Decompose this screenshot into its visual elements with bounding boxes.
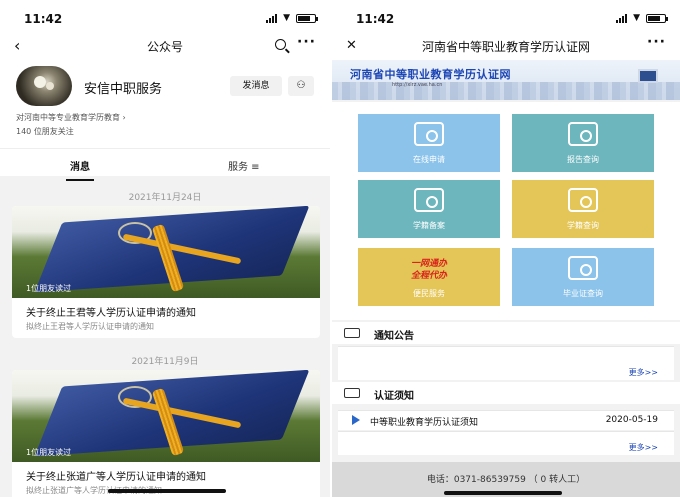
read-count: 1位朋友读过 <box>26 448 72 457</box>
megaphone-icon <box>344 328 360 338</box>
status-icons: ▼ <box>616 13 668 23</box>
article-date: 2021年11月24日 <box>128 193 202 203</box>
notice-more-link[interactable]: 更多>> <box>629 367 658 378</box>
list-item[interactable]: 中等职业教育学历认证须知 2020-05-19 <box>338 410 674 430</box>
guide-item-text: 中等职业教育学历认证须知 <box>370 418 479 428</box>
guide-footer: 更多>> <box>338 431 674 455</box>
site-banner: 河南省中等职业教育学历认证网 http://xlrz.vae.ha.cn <box>332 60 680 100</box>
tab-services[interactable]: 服务 ≡ <box>228 158 260 173</box>
tile-convenience-service[interactable]: 一网通办 全程代办 便民服务 <box>358 248 500 306</box>
monitor-icon <box>638 69 658 83</box>
account-name: 安信中职服务 <box>84 82 163 97</box>
signal-icon <box>616 13 628 23</box>
account-description[interactable]: 对河南中等专业教育学历教育 › <box>16 112 126 123</box>
user-icon[interactable]: ⚇ <box>288 76 314 96</box>
report-search-icon <box>568 122 598 146</box>
more-icon[interactable]: ··· <box>297 34 316 50</box>
article-card[interactable]: 1位朋友读过 关于终止张道广等人学历认证申请的通知 拟终止张道广等人学历认证申请… <box>12 370 320 497</box>
status-time: 11:42 <box>356 12 395 26</box>
article-image: 1位朋友读过 <box>12 206 320 298</box>
banner-title: 河南省中等职业教育学历认证网 <box>350 68 511 81</box>
guide-title: 认证须知 <box>374 391 414 402</box>
guide-more-link[interactable]: 更多>> <box>629 442 658 453</box>
search-icon[interactable] <box>275 39 286 50</box>
article-title: 关于终止王君等人学历认证申请的通知 <box>26 308 196 319</box>
wechat-account-screen: 11:42 ▼ ‹ 公众号 ··· 安信中职服务 发消息 ⚇ 对河南中等专业教育… <box>0 0 330 497</box>
tile-enrollment-record[interactable]: 学籍备案 <box>358 180 500 238</box>
wifi-icon: ▼ <box>633 13 640 23</box>
home-indicator <box>108 489 226 493</box>
guide-header: 认证须知 <box>332 382 680 404</box>
book-icon <box>344 388 360 398</box>
notice-header: 通知公告 <box>332 322 680 344</box>
tab-messages[interactable]: 消息 <box>66 158 94 181</box>
article-image: 1位朋友读过 <box>12 370 320 462</box>
notice-list: 更多>> <box>338 346 674 380</box>
article-title: 关于终止张道广等人学历认证申请的通知 <box>26 472 206 483</box>
tab-bar: 消息 服务 ≡ <box>0 148 330 181</box>
apply-icon <box>414 122 444 146</box>
tile-enrollment-query[interactable]: 学籍查询 <box>512 180 654 238</box>
send-message-button[interactable]: 发消息 <box>230 76 282 96</box>
home-indicator <box>444 491 562 495</box>
status-icons: ▼ <box>266 13 318 23</box>
service-grid: 在线申请 报告查询 学籍备案 学籍查询 一网通办 全程代办 便民服务 毕业证查询 <box>332 102 680 320</box>
page-title: 河南省中等职业教育学历认证网 <box>421 40 590 54</box>
banner-url: http://xlrz.vae.ha.cn <box>392 82 443 88</box>
account-profile: 安信中职服务 发消息 ⚇ 对河南中等专业教育学历教育 › 140 位朋友关注 <box>0 60 330 148</box>
record-icon <box>414 188 444 212</box>
site-footer: 电话：0371-86539759 （ 0 转人工） <box>332 462 680 497</box>
article-date: 2021年11月9日 <box>131 357 199 367</box>
nav-bar: ✕ 河南省中等职业教育学历认证网 ··· <box>332 34 680 60</box>
notice-title: 通知公告 <box>374 331 414 342</box>
nav-bar: ‹ 公众号 ··· <box>0 34 330 60</box>
document-search-icon <box>568 188 598 212</box>
read-count: 1位朋友读过 <box>26 284 72 293</box>
article-card[interactable]: 1位朋友读过 关于终止王君等人学历认证申请的通知 拟终止王君等人学历认证申请的通… <box>12 206 320 338</box>
battery-icon <box>296 13 318 23</box>
status-time: 11:42 <box>24 12 63 26</box>
status-bar: 11:42 ▼ <box>0 0 330 34</box>
contact-phone: 电话：0371-86539759 （ 0 转人工） <box>426 475 586 485</box>
follower-count: 140 位朋友关注 <box>16 127 74 136</box>
guide-item-date: 2020-05-19 <box>605 415 658 425</box>
wifi-icon: ▼ <box>283 13 290 23</box>
tile-diploma-query[interactable]: 毕业证查询 <box>512 248 654 306</box>
avatar[interactable] <box>16 66 72 106</box>
article-subtitle: 拟终止王君等人学历认证申请的通知 <box>26 322 154 331</box>
more-icon[interactable]: ··· <box>647 34 666 50</box>
diploma-search-icon <box>568 256 598 280</box>
signal-icon <box>266 13 278 23</box>
status-bar: 11:42 ▼ <box>332 0 680 34</box>
tile-slogan: 全程代办 <box>410 271 447 281</box>
portal-webview-screen: 11:42 ▼ ✕ 河南省中等职业教育学历认证网 ··· 河南省中等职业教育学历… <box>332 0 680 497</box>
tile-online-apply[interactable]: 在线申请 <box>358 114 500 172</box>
battery-icon <box>646 13 668 23</box>
tile-report-query[interactable]: 报告查询 <box>512 114 654 172</box>
play-arrow-icon <box>352 415 360 425</box>
